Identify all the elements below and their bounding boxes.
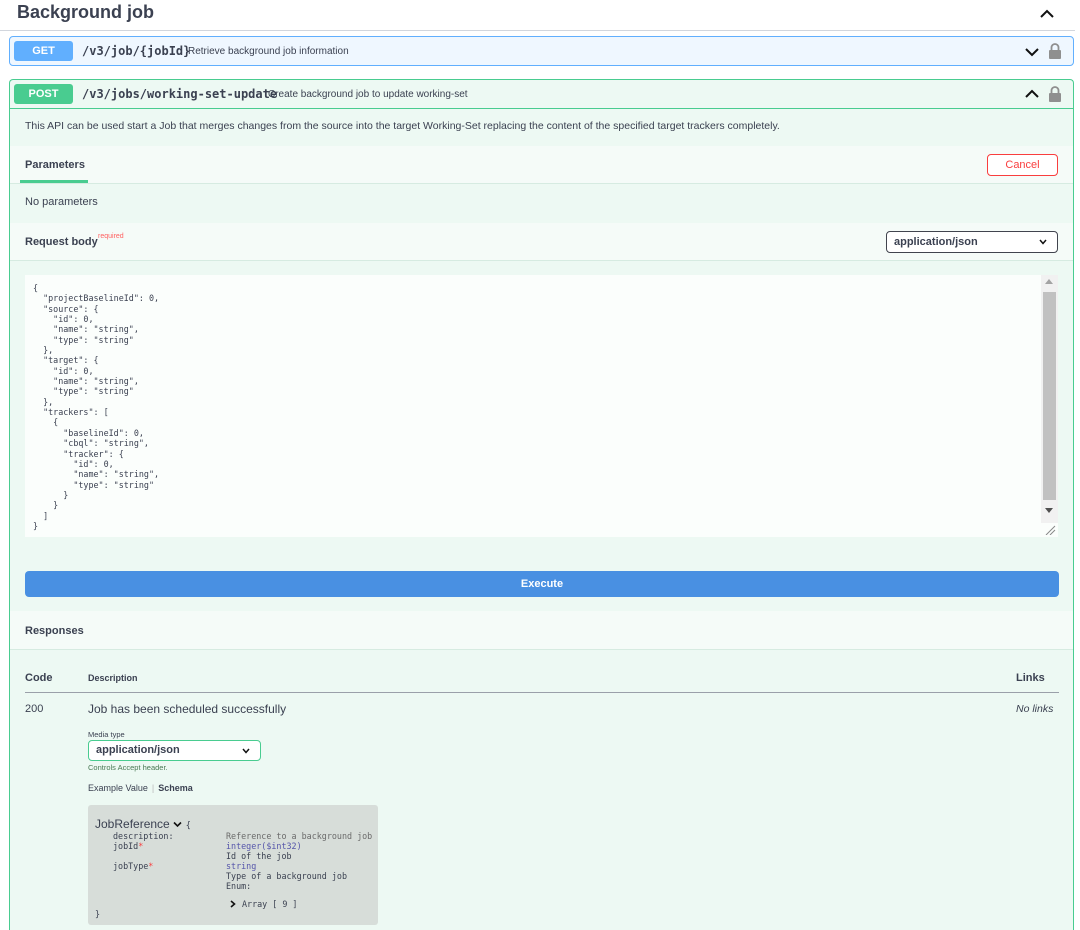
response-code: 200 <box>25 703 44 715</box>
response-media-type-select[interactable]: application/json <box>88 740 261 761</box>
operation-description: This API can be used start a Job that me… <box>25 120 780 132</box>
tab-separator: | <box>151 783 155 793</box>
request-body-json[interactable]: { "projectBaselineId": 0, "source": { "i… <box>33 283 159 531</box>
scrollbar-thumb[interactable] <box>1043 292 1056 500</box>
content-type-select[interactable]: application/json <box>886 231 1058 253</box>
cancel-button[interactable]: Cancel <box>987 154 1058 176</box>
chevron-down-icon[interactable] <box>173 821 182 828</box>
operation-summary: Create background job to update working-… <box>268 89 468 100</box>
tab-active-underline <box>20 180 88 183</box>
tab-example-value[interactable]: Example Value <box>88 783 148 793</box>
operation-summary: Retrieve background job information <box>188 46 349 57</box>
required-marker: required <box>98 233 124 240</box>
schema-open-brace: { <box>185 821 191 831</box>
schema-field-type: string <box>226 861 257 871</box>
schema-field-name: jobId* <box>113 841 143 851</box>
media-type-label: Media type <box>88 730 125 739</box>
enum-array-toggle[interactable]: Array [ 9 ] <box>230 899 297 909</box>
schema-field-desc: Id of the job <box>226 851 292 861</box>
schema-description-key: description: <box>113 831 174 841</box>
scroll-down-arrow-icon[interactable] <box>1045 508 1053 513</box>
required-star: * <box>148 861 154 871</box>
tab-parameters[interactable]: Parameters <box>25 159 85 171</box>
schema-field-desc: Type of a background job <box>226 871 348 881</box>
lock-icon[interactable] <box>1048 43 1062 59</box>
parameters-bar: Parameters Cancel <box>10 146 1073 184</box>
content-type-value: application/json <box>894 236 978 248</box>
chevron-up-icon[interactable] <box>1024 87 1040 101</box>
table-divider <box>25 692 1059 693</box>
schema-field-name: jobType* <box>113 861 153 871</box>
operation-get-job[interactable]: GET /v3/job/{jobId} Retrieve background … <box>9 36 1074 66</box>
schema-field-type: integer($int32) <box>226 841 302 851</box>
enum-array-label: Array [ 9 ] <box>242 899 298 909</box>
operation-header[interactable]: POST /v3/jobs/working-set-update Create … <box>10 80 1073 109</box>
method-badge-post: POST <box>14 84 73 104</box>
field-name-jobtype: jobType <box>113 861 149 871</box>
request-body-editor[interactable]: { "projectBaselineId": 0, "source": { "i… <box>25 275 1058 537</box>
schema-model-toggle[interactable]: JobReference { <box>95 817 191 831</box>
schema-model-name: JobReference <box>95 817 170 831</box>
method-badge-get: GET <box>14 41 73 61</box>
scroll-up-arrow-icon[interactable] <box>1045 279 1053 284</box>
operation-path: /v3/jobs/working-set-update <box>82 87 278 101</box>
select-arrow-icon <box>242 748 250 754</box>
tab-schema[interactable]: Schema <box>158 783 193 793</box>
chevron-up-icon[interactable] <box>1038 6 1056 22</box>
responses-heading: Responses <box>25 625 84 637</box>
request-body-bar: Request body required application/json <box>10 223 1073 261</box>
chevron-down-icon[interactable] <box>1024 45 1040 59</box>
column-header-description: Description <box>88 673 138 683</box>
lock-icon[interactable] <box>1048 86 1062 102</box>
example-schema-tabs: Example Value | Schema <box>88 783 193 793</box>
select-arrow-icon <box>1039 239 1047 245</box>
operation-path: /v3/job/{jobId} <box>82 44 191 58</box>
editor-scrollbar[interactable] <box>1041 275 1058 523</box>
section-header[interactable]: Background job <box>0 0 1075 31</box>
request-body-label: Request body <box>25 236 98 248</box>
schema-enum-label: Enum: <box>226 881 252 891</box>
response-links: No links <box>1016 703 1054 715</box>
response-description: Job has been scheduled successfully <box>88 702 287 716</box>
responses-bar: Responses <box>10 611 1073 650</box>
chevron-right-icon[interactable] <box>230 900 236 908</box>
operation-post-working-set-update: POST /v3/jobs/working-set-update Create … <box>9 79 1074 930</box>
controls-accept-note: Controls Accept header. <box>88 763 168 772</box>
response-media-type-value: application/json <box>96 744 180 756</box>
schema-close-brace: } <box>95 909 101 919</box>
section-title: Background job <box>17 2 155 22</box>
schema-description-value: Reference to a background job <box>226 831 373 841</box>
field-name-jobid: jobId <box>113 841 139 851</box>
execute-button[interactable]: Execute <box>25 571 1059 597</box>
column-header-code: Code <box>25 672 53 684</box>
schema-model-box: JobReference { description: Reference to … <box>88 805 378 925</box>
no-parameters-text: No parameters <box>25 196 98 208</box>
resize-grip-icon[interactable] <box>1045 525 1056 535</box>
required-star: * <box>138 841 144 851</box>
column-header-links: Links <box>1016 672 1045 684</box>
